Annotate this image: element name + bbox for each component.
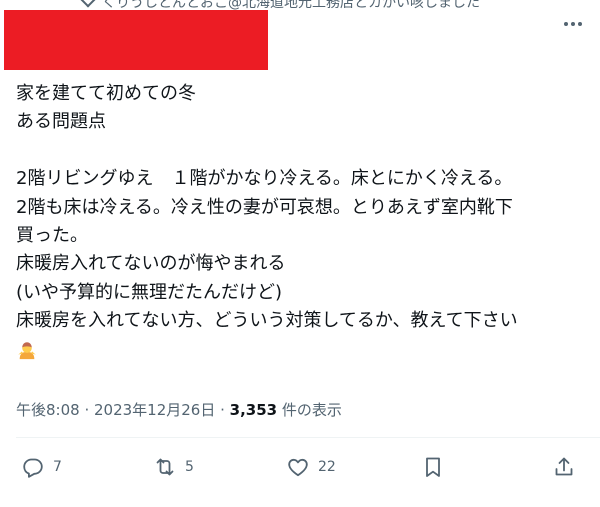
tweet-text-line [16, 137, 586, 165]
tweet-text-line: 2階リビングゆえ １階がかなり冷える。床とにかく冷える。 [16, 168, 513, 190]
tweet-meta: 午後8:08 · 2023年12月26日 · 3,353 件の表示 [16, 399, 342, 420]
tweet-text-line: 2階も床は冷える。冷え性の妻が可哀想。とりあえず室内靴下 [16, 196, 513, 218]
repost-count: 5 [185, 459, 194, 475]
share-button[interactable] [552, 455, 576, 479]
more-options-button[interactable] [560, 14, 586, 34]
repost-button[interactable]: 5 [153, 455, 194, 479]
emoji-line [16, 336, 586, 364]
like-button[interactable]: 22 [286, 455, 336, 479]
chevron-down-icon [79, 0, 97, 8]
action-bar: 7 5 22 [0, 455, 600, 485]
timestamp-link[interactable]: 午後8:08 · 2023年12月26日 [16, 401, 215, 419]
repost-icon [156, 458, 174, 476]
meta-separator: · [215, 401, 230, 419]
tweet-text-line: 買った。 [16, 225, 88, 247]
more-dot-icon [564, 22, 568, 26]
bookmark-icon [426, 457, 440, 477]
tweet-text-line: 床暖房入れてないのが悔やまれる [16, 253, 286, 275]
tweet-text-line: ある問題点 [16, 111, 106, 133]
reply-button[interactable]: 7 [21, 455, 62, 479]
views-link[interactable]: 3,353 件の表示 [230, 401, 342, 419]
like-count: 22 [318, 459, 336, 475]
reply-count: 7 [53, 459, 62, 475]
more-dot-icon [578, 22, 582, 26]
tweet-detail: くりうしとんとおこ@北海道地元工務店とカかい咳しました 家を建てて初めての冬 あ… [0, 0, 600, 507]
more-dot-icon [571, 22, 575, 26]
views-count: 3,353 [229, 401, 278, 419]
divider [16, 437, 600, 438]
heart-icon [288, 458, 308, 477]
tweet-text-line: 床暖房を入れてない方、どういう対策してるか、教えて下さい [16, 310, 518, 332]
tweet-text-line: (いや予算的に無理だたんだけど) [16, 281, 283, 303]
tweet-text: 家を建てて初めての冬 ある問題点 2階リビングゆえ １階がかなり冷える。床とにか… [16, 80, 586, 364]
bookmark-button[interactable] [421, 455, 445, 479]
views-label: 件の表示 [277, 401, 342, 419]
reply-icon [23, 458, 43, 478]
share-icon [555, 457, 573, 476]
tweet-text-line: 家を建てて初めての冬 [16, 83, 196, 104]
person-bowing-icon [18, 341, 36, 359]
redacted-author-block [4, 10, 268, 70]
